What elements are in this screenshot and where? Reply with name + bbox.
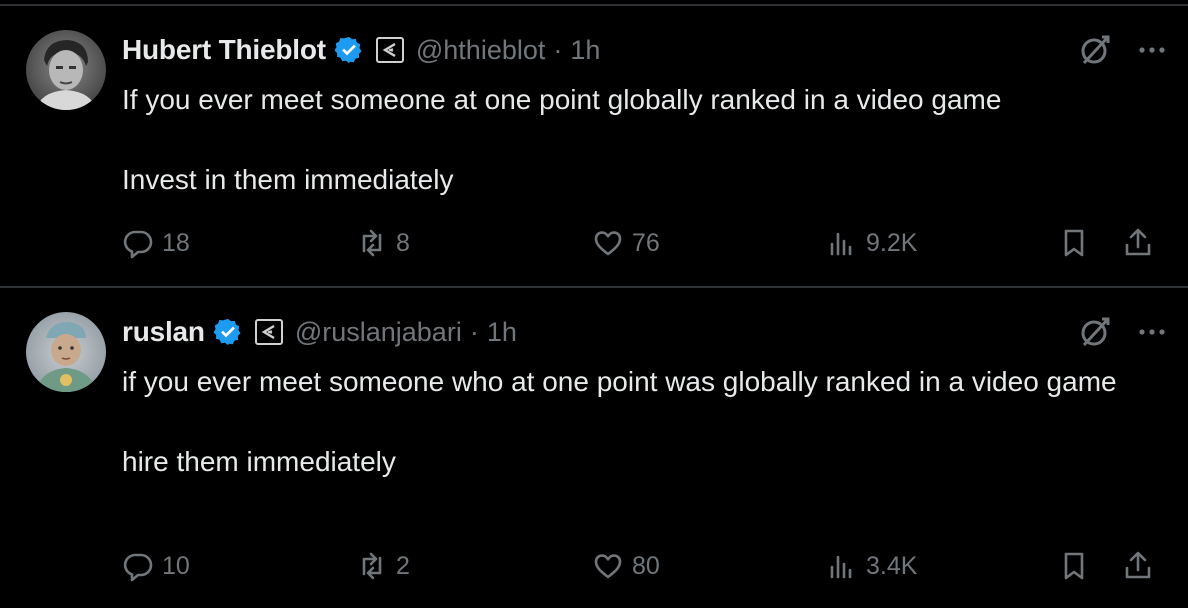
like-icon: [594, 231, 622, 256]
grok-icon[interactable]: [1078, 315, 1112, 349]
repost-button[interactable]: 2: [356, 546, 410, 586]
affiliation-badge-icon[interactable]: [375, 37, 404, 63]
like-count: 76: [632, 228, 660, 257]
tweet-text: if you ever meet someone who at one poin…: [122, 362, 1148, 482]
views-icon: [830, 232, 852, 256]
tweet-text-line: If you ever meet someone at one point gl…: [122, 84, 1002, 115]
bookmark-icon: [1064, 552, 1084, 580]
reply-button[interactable]: 10: [122, 546, 190, 586]
tweet-text-line: Invest in them immediately: [122, 164, 454, 195]
action-bar: 18 8 76 9.2K: [122, 223, 1162, 263]
reply-icon: [123, 553, 153, 582]
share-button[interactable]: [1122, 546, 1154, 586]
reply-count: 10: [162, 551, 190, 580]
handle[interactable]: @hthieblot: [416, 35, 546, 66]
separator-dot: ·: [469, 316, 479, 347]
views-icon: [830, 555, 852, 579]
tweet-text: If you ever meet someone at one point gl…: [122, 80, 1148, 200]
like-button[interactable]: 76: [592, 223, 660, 263]
action-bar: 10 2 80 3.4K: [122, 546, 1162, 586]
tweet-header: ruslan @ruslanjabari · 1h: [122, 312, 1168, 352]
reply-icon: [123, 230, 153, 259]
share-icon: [1125, 228, 1151, 256]
reply-count: 18: [162, 228, 190, 257]
timestamp[interactable]: 1h: [487, 317, 517, 348]
display-name[interactable]: Hubert Thieblot: [122, 34, 326, 66]
view-count: 9.2K: [866, 228, 918, 257]
display-name[interactable]: ruslan: [122, 316, 205, 348]
verified-badge-icon: [334, 36, 362, 64]
view-count: 3.4K: [866, 551, 918, 580]
timestamp[interactable]: 1h: [570, 35, 600, 66]
avatar[interactable]: [26, 30, 106, 110]
repost-icon: [362, 552, 382, 580]
repost-icon: [362, 229, 382, 257]
tweet[interactable]: Hubert Thieblot @hthieblot · 1h If you e…: [0, 6, 1188, 286]
bookmark-button[interactable]: [1058, 223, 1090, 263]
avatar[interactable]: [26, 312, 106, 392]
grok-icon[interactable]: [1078, 33, 1112, 67]
affiliation-badge-icon[interactable]: [254, 319, 283, 345]
share-icon: [1125, 551, 1151, 579]
bookmark-button[interactable]: [1058, 546, 1090, 586]
bookmark-icon: [1064, 229, 1084, 257]
repost-button[interactable]: 8: [356, 223, 410, 263]
separator-dot: ·: [553, 34, 563, 65]
like-icon: [594, 554, 622, 579]
tweet-text-line: hire them immediately: [122, 446, 396, 477]
repost-count: 2: [396, 551, 410, 580]
share-button[interactable]: [1122, 223, 1154, 263]
reply-button[interactable]: 18: [122, 223, 190, 263]
handle[interactable]: @ruslanjabari: [295, 317, 462, 348]
tweet-text-line: if you ever meet someone who at one poin…: [122, 366, 1117, 397]
like-count: 80: [632, 551, 660, 580]
repost-count: 8: [396, 228, 410, 257]
verified-badge-icon: [213, 318, 241, 346]
more-icon[interactable]: [1136, 316, 1168, 348]
views-button[interactable]: 9.2K: [826, 223, 917, 263]
tweet[interactable]: ruslan @ruslanjabari · 1h if you ever me…: [0, 288, 1188, 608]
like-button[interactable]: 80: [592, 546, 660, 586]
tweet-header: Hubert Thieblot @hthieblot · 1h: [122, 30, 1168, 70]
views-button[interactable]: 3.4K: [826, 546, 917, 586]
more-icon[interactable]: [1136, 34, 1168, 66]
